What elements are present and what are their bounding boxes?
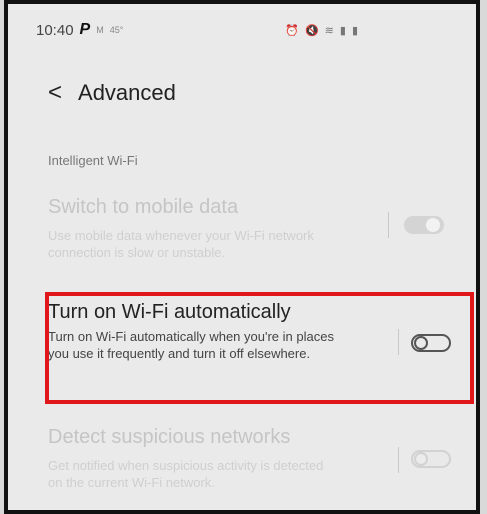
chevron-left-icon[interactable]: < [48,81,62,105]
setting-title: Switch to mobile data [48,196,239,218]
setting-title: Detect suspicious networks [48,426,291,448]
status-right: ⏰ 🔇 ≋ ▮ ▮ [285,24,358,37]
mobile-data-toggle[interactable] [404,216,444,234]
divider [398,447,399,473]
setting-detect-suspicious-networks[interactable]: Detect suspicious networks Get notified … [48,426,436,491]
battery-icon: ▮ [351,24,358,37]
toggle-knob [426,218,440,232]
page-title: Advanced [78,80,176,105]
setting-description: Get notified when suspicious activity is… [48,458,324,490]
divider [388,212,389,238]
setting-switch-to-mobile-data[interactable]: Switch to mobile data Use mobile data wh… [48,196,436,261]
toggle-knob [414,452,428,466]
alarm-icon: ⏰ [285,24,299,37]
signal-icon: ▮ [339,24,346,37]
suspicious-networks-toggle[interactable] [411,450,451,468]
app-bar: < Advanced [8,68,476,118]
status-time: 10:40 [36,21,74,39]
highlight-box [45,292,474,404]
app-notification-icon: P [79,21,91,38]
status-bar: 10:40 P M 45° ⏰ 🔇 ≋ ▮ ▮ [8,4,476,56]
wifi-icon: ≋ [324,24,334,37]
phone-screen: 10:40 P M 45° ⏰ 🔇 ≋ ▮ ▮ < Advanced Intel… [4,0,480,514]
mail-notification-icon: M [96,25,104,35]
status-left: 10:40 P M 45° [36,21,123,39]
mute-icon: 🔇 [304,24,319,37]
setting-description: Use mobile data whenever your Wi-Fi netw… [48,228,314,260]
temperature-icon: 45° [109,25,124,35]
section-header: Intelligent Wi-Fi [48,153,138,168]
